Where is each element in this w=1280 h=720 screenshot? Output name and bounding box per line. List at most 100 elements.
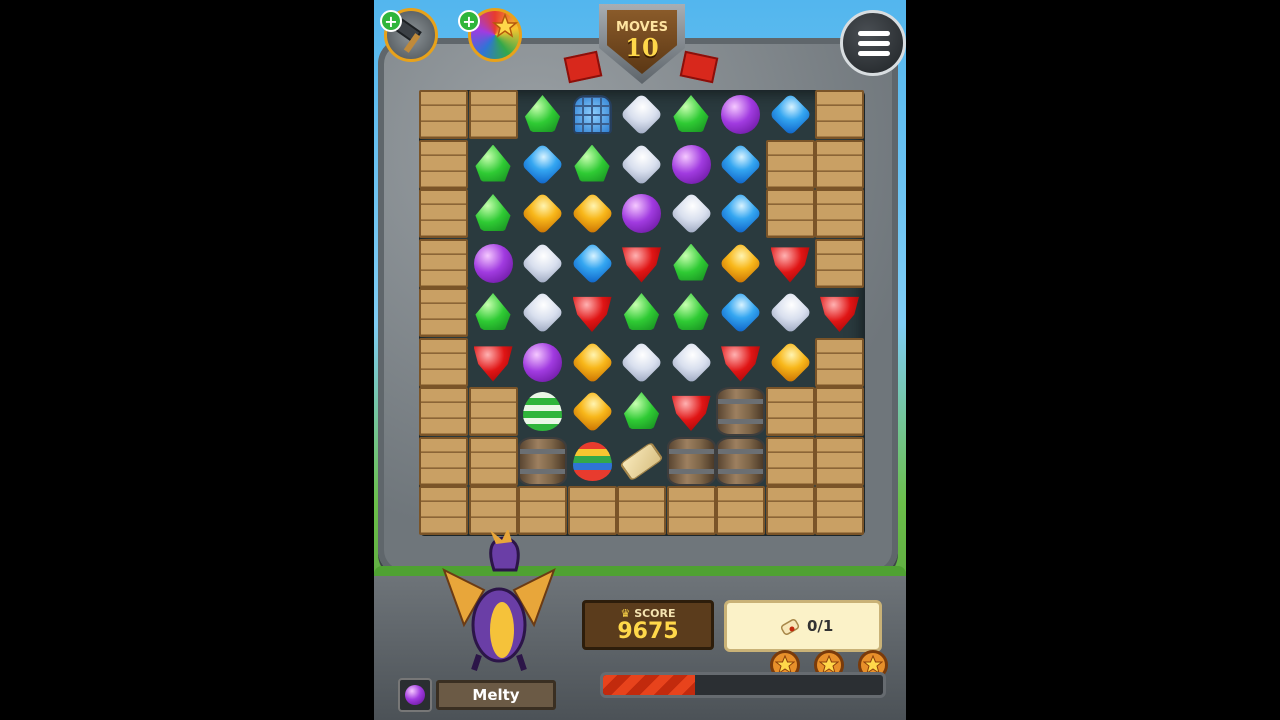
gem-tile[interactable] <box>667 189 716 238</box>
crate-tile[interactable] <box>765 189 815 238</box>
gem-tile[interactable] <box>667 288 716 337</box>
menu-button[interactable] <box>840 10 906 76</box>
gem-tile[interactable] <box>568 288 617 337</box>
crate-tile[interactable] <box>815 238 864 288</box>
crate-tile[interactable] <box>419 90 468 139</box>
gem-tile[interactable] <box>617 387 666 436</box>
blue-gem-icon <box>718 191 763 236</box>
gem-tile[interactable] <box>469 140 518 189</box>
gem-tile[interactable] <box>518 288 567 337</box>
score-value: 9675 <box>617 619 679 644</box>
crate-tile[interactable] <box>617 486 666 535</box>
crate-tile[interactable] <box>815 486 864 535</box>
gem-tile[interactable] <box>617 90 666 139</box>
egg-rainbow-icon <box>572 441 612 481</box>
gem-tile[interactable] <box>469 338 518 387</box>
gem-tile[interactable] <box>716 140 765 189</box>
gem-tile[interactable] <box>568 239 617 288</box>
crate-tile[interactable] <box>419 189 468 238</box>
crate-tile[interactable] <box>765 436 815 486</box>
barrel-tile[interactable] <box>716 436 765 486</box>
red-gem-icon <box>572 296 612 332</box>
goal-counter: 0/1 <box>807 617 834 635</box>
score-panel: ♛ SCORE 9675 <box>582 600 714 650</box>
crate-tile[interactable] <box>815 139 864 189</box>
crate-tile[interactable] <box>468 387 518 436</box>
gem-tile[interactable] <box>469 239 518 288</box>
crate-tile[interactable] <box>815 387 864 436</box>
gem-tile[interactable] <box>518 338 567 387</box>
gem-tile[interactable] <box>617 338 666 387</box>
gem-tile[interactable] <box>518 90 567 139</box>
crate-tile[interactable] <box>419 238 468 288</box>
gem-tile[interactable] <box>617 288 666 337</box>
green-gem-icon <box>623 392 660 430</box>
crate-tile[interactable] <box>518 486 567 535</box>
gem-tile[interactable] <box>667 140 716 189</box>
gem-tile[interactable] <box>815 288 864 337</box>
gem-tile[interactable] <box>617 189 666 238</box>
purple-gem-icon <box>721 95 760 134</box>
crate-tile[interactable] <box>765 486 815 535</box>
crate-tile[interactable] <box>419 139 468 189</box>
crate-tile[interactable] <box>419 387 468 436</box>
crate-tile[interactable] <box>765 387 815 436</box>
gem-tile[interactable] <box>766 338 815 387</box>
blue-gem-icon <box>718 142 763 186</box>
barrel-tile[interactable] <box>716 387 765 436</box>
gem-tile[interactable] <box>469 189 518 238</box>
gem-tile[interactable] <box>469 288 518 337</box>
gem-tile[interactable] <box>518 239 567 288</box>
egg-rainbow-tile[interactable] <box>568 437 617 486</box>
crate-tile[interactable] <box>468 90 518 139</box>
gem-tile[interactable] <box>716 90 765 139</box>
green-gem-icon <box>673 293 709 331</box>
gem-tile[interactable] <box>568 140 617 189</box>
crate-tile[interactable] <box>468 486 518 535</box>
scroll-icon <box>619 441 664 481</box>
gem-tile[interactable] <box>518 140 567 189</box>
add-rainbow-button[interactable]: + <box>458 10 480 32</box>
gem-tile[interactable] <box>716 288 765 337</box>
crate-tile[interactable] <box>815 436 864 486</box>
yellow-gem-icon <box>570 340 614 384</box>
gem-tile[interactable] <box>716 239 765 288</box>
gem-tile[interactable] <box>667 387 716 436</box>
yellow-gem-icon <box>768 340 812 384</box>
gem-tile[interactable] <box>568 338 617 387</box>
gem-tile[interactable] <box>716 338 765 387</box>
gem-tile[interactable] <box>518 189 567 238</box>
scroll-tile[interactable] <box>617 437 666 486</box>
game-board[interactable] <box>419 90 865 536</box>
gem-tile[interactable] <box>766 239 815 288</box>
barrel-tile[interactable] <box>518 436 567 486</box>
add-hammer-button[interactable]: + <box>380 10 402 32</box>
crate-tile[interactable] <box>468 436 518 486</box>
gem-tile[interactable] <box>766 90 815 139</box>
gem-tile[interactable] <box>667 338 716 387</box>
crate-tile[interactable] <box>815 337 864 387</box>
gem-tile[interactable] <box>766 288 815 337</box>
crate-tile[interactable] <box>419 436 468 486</box>
crate-tile[interactable] <box>567 486 617 535</box>
crate-tile[interactable] <box>419 486 468 535</box>
crate-tile[interactable] <box>815 90 864 139</box>
gem-tile[interactable] <box>716 189 765 238</box>
gem-tile[interactable] <box>568 387 617 436</box>
gem-tile[interactable] <box>667 90 716 139</box>
red-gem-icon <box>622 247 661 283</box>
crate-tile[interactable] <box>815 189 864 238</box>
crate-tile[interactable] <box>666 486 716 535</box>
gem-tile[interactable] <box>617 140 666 189</box>
barrel-tile[interactable] <box>666 436 716 486</box>
crate-tile[interactable] <box>419 337 468 387</box>
gem-tile[interactable] <box>667 239 716 288</box>
gem-tile[interactable] <box>568 189 617 238</box>
egg-green-tile[interactable] <box>518 387 567 436</box>
crate-tile[interactable] <box>716 486 765 535</box>
cage-tile[interactable] <box>568 90 617 139</box>
gem-tile[interactable] <box>617 239 666 288</box>
crate-tile[interactable] <box>765 139 815 189</box>
crate-tile[interactable] <box>419 288 468 337</box>
character-gem-slot <box>398 678 432 712</box>
